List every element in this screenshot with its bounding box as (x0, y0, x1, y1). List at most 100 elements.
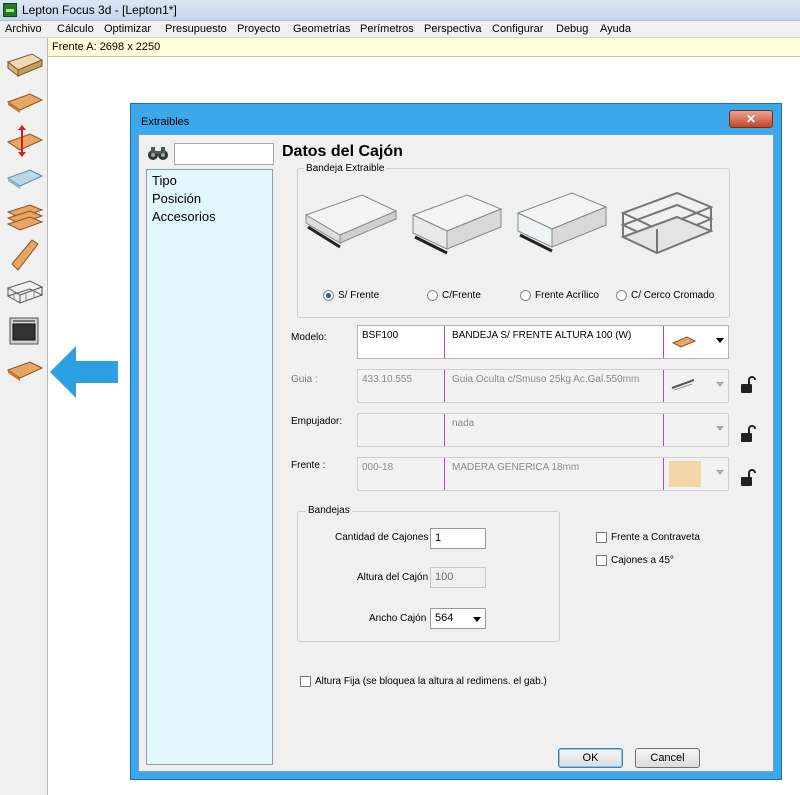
tree-item-accesorios[interactable]: Accesorios (152, 209, 216, 224)
altura-label: Altura del Cajón (357, 572, 429, 583)
radio-dot (616, 290, 627, 301)
frente-contraveta-checkbox[interactable]: Frente a Contraveta (596, 532, 700, 543)
menu-presupuesto[interactable]: Presupuesto (165, 23, 227, 35)
frente-label: Frente : (291, 460, 326, 471)
frente-contraveta-label: Frente a Contraveta (611, 532, 700, 543)
options-tree: Tipo Posición Accesorios (146, 169, 273, 765)
cajones-45-checkbox[interactable]: Cajones a 45° (596, 555, 674, 566)
column-divider (663, 414, 664, 446)
unlock-icon[interactable] (740, 469, 756, 487)
pull-out-tray-icon[interactable] (4, 352, 44, 386)
column-divider (663, 458, 664, 490)
unlock-icon[interactable] (740, 425, 756, 443)
bandeja-extraible-label: Bandeja Extraible (304, 163, 387, 174)
menu-debug[interactable]: Debug (556, 23, 588, 35)
dialog-title: Extraibles (141, 116, 190, 128)
radio-cerco-cromado[interactable]: C/ Cerco Cromado (616, 290, 714, 301)
empujador-select[interactable]: nada (357, 413, 729, 447)
tree-item-tipo[interactable]: Tipo (152, 173, 177, 188)
height-adjust-board-icon[interactable] (4, 124, 44, 158)
menu-archivo[interactable]: Archivo (5, 23, 42, 35)
frente-description: MADERA GENERICA 18mm (452, 462, 580, 473)
drawer-box-icon[interactable] (4, 48, 44, 82)
menu-proyecto[interactable]: Proyecto (237, 23, 280, 35)
chevron-down-icon (716, 338, 724, 343)
drawer-with-front-icon[interactable] (407, 185, 507, 259)
modelo-select[interactable]: BSF100 BANDEJA S/ FRENTE ALTURA 100 (W) (357, 325, 729, 359)
drawer-acrylic-front-icon[interactable] (512, 185, 612, 259)
ancho-label: Ancho Cajón (369, 613, 427, 624)
cajones-45-label: Cajones a 45° (611, 555, 674, 566)
window-title: Lepton Focus 3d - [Lepton1*] (22, 3, 177, 17)
ancho-select[interactable]: 564 (430, 608, 486, 629)
guia-code: 433.10.555 (362, 374, 413, 385)
drawer-chrome-rail-icon[interactable] (617, 185, 717, 259)
ok-button[interactable]: OK (558, 748, 623, 768)
drawer-no-front-icon[interactable] (302, 185, 402, 259)
radio-cerco-cromado-label: C/ Cerco Cromado (631, 290, 715, 301)
altura-fija-checkbox[interactable]: Altura Fija (se bloquea la altura al red… (300, 676, 547, 687)
cancel-button[interactable]: Cancel (635, 748, 700, 768)
menu-ayuda[interactable]: Ayuda (600, 23, 631, 35)
tree-item-posicion[interactable]: Posición (152, 191, 201, 206)
radio-dot-selected (323, 290, 334, 301)
modelo-description: BANDEJA S/ FRENTE ALTURA 100 (W) (452, 330, 632, 341)
radio-con-frente[interactable]: C/Frente (427, 290, 481, 301)
menu-optimizar[interactable]: Optimizar (104, 23, 151, 35)
close-button[interactable]: ✕ (729, 110, 773, 128)
radio-con-frente-label: C/Frente (442, 290, 481, 301)
modelo-code: BSF100 (362, 330, 399, 341)
left-toolbar (0, 38, 48, 795)
menu-calculo[interactable]: Cálculo (57, 23, 94, 35)
cantidad-label: Cantidad de Cajones (335, 532, 429, 543)
search-input[interactable] (174, 143, 274, 165)
dialog-body: Tipo Posición Accesorios Datos del Cajón… (138, 134, 774, 772)
empujador-description: nada (452, 418, 475, 429)
shelf-board-icon[interactable] (4, 86, 44, 120)
column-divider (444, 458, 445, 490)
empujador-label: Empujador: (291, 416, 343, 427)
altura-input[interactable]: 100 (430, 567, 486, 588)
radio-dot (427, 290, 438, 301)
stacked-boards-icon[interactable] (4, 200, 44, 234)
altura-fija-label: Altura Fija (se bloquea la altura al red… (315, 676, 547, 687)
bandejas-label: Bandejas (306, 505, 352, 516)
binoculars-icon[interactable] (147, 145, 169, 161)
menu-configurar[interactable]: Configurar (492, 23, 543, 35)
column-divider (444, 326, 445, 358)
slide-rail-icon (671, 379, 695, 391)
front-dimensions: Frente A: 2698 x 2250 (52, 41, 161, 53)
modelo-label: Modelo: (291, 332, 327, 343)
wire-basket-icon[interactable] (4, 276, 44, 310)
frente-select[interactable]: 000-18 MADERA GENERICA 18mm (357, 457, 729, 491)
oven-icon[interactable] (4, 314, 44, 348)
side-panel-icon[interactable] (4, 238, 44, 272)
section-title: Datos del Cajón (282, 143, 403, 160)
radio-dot (520, 290, 531, 301)
extraibles-dialog: Extraibles ✕ Tipo Posición Accesorios Da… (130, 103, 782, 780)
column-divider (663, 326, 664, 358)
frente-code: 000-18 (362, 462, 394, 473)
column-divider (444, 414, 445, 446)
checkbox-box (300, 676, 311, 687)
arrow-left-icon (50, 346, 118, 398)
radio-sin-frente-label: S/ Frente (338, 290, 380, 301)
checkbox-box (596, 555, 607, 566)
glass-shelf-icon[interactable] (4, 162, 44, 196)
tray-thumbnail-icon (672, 336, 696, 348)
menu-geometrias[interactable]: Geometrías (293, 23, 350, 35)
radio-sin-frente[interactable]: S/ Frente (323, 290, 379, 301)
chevron-down-icon (716, 470, 724, 475)
menu-perimetros[interactable]: Perímetros (360, 23, 414, 35)
front-info-bar: Frente A: 2698 x 2250 (48, 38, 800, 57)
guia-select[interactable]: 433.10.555 Guia Oculta c/Smuso 25kg Ac.G… (357, 369, 729, 403)
lepton-app-icon (3, 3, 17, 17)
column-divider (444, 370, 445, 402)
cantidad-input[interactable]: 1 (430, 528, 486, 549)
menu-perspectiva[interactable]: Perspectiva (424, 23, 481, 35)
radio-frente-acrilico[interactable]: Frente Acrílico (520, 290, 599, 301)
checkbox-box (596, 532, 607, 543)
unlock-icon[interactable] (740, 376, 756, 394)
chevron-down-icon (716, 426, 724, 431)
title-bar: Lepton Focus 3d - [Lepton1*] (0, 0, 800, 21)
